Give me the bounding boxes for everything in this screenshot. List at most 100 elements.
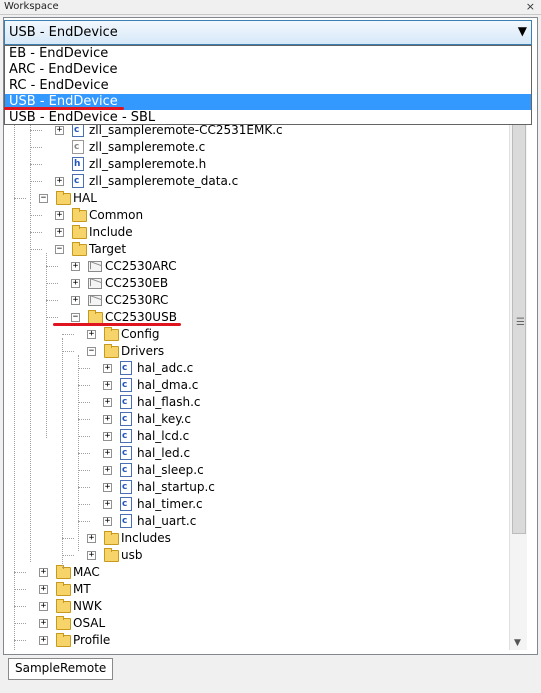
tree-row[interactable]: + OSAL bbox=[4, 615, 509, 632]
tree-connector bbox=[78, 419, 90, 420]
tree-guide-line bbox=[62, 338, 63, 568]
tree-row[interactable]: h zll_sampleremote.h bbox=[4, 156, 509, 173]
expand-icon[interactable]: + bbox=[55, 126, 64, 135]
excluded-group-icon bbox=[88, 278, 102, 289]
tree-connector bbox=[30, 164, 42, 165]
tree-row[interactable]: + c hal_lcd.c bbox=[4, 428, 509, 445]
tree-row[interactable]: + c hal_uart.c bbox=[4, 513, 509, 530]
expand-icon[interactable]: + bbox=[103, 449, 112, 458]
expand-icon[interactable]: + bbox=[103, 517, 112, 526]
expand-icon[interactable]: + bbox=[55, 177, 64, 186]
tree-row[interactable]: + usb bbox=[4, 547, 509, 564]
tree-row[interactable]: + c hal_dma.c bbox=[4, 377, 509, 394]
expand-icon[interactable]: + bbox=[103, 466, 112, 475]
tree-row[interactable]: + c hal_flash.c bbox=[4, 394, 509, 411]
folder-icon bbox=[104, 531, 119, 545]
tree-row[interactable]: − Drivers bbox=[4, 343, 509, 360]
expand-icon[interactable]: + bbox=[39, 568, 48, 577]
tree-row[interactable]: + c hal_led.c bbox=[4, 445, 509, 462]
collapse-icon[interactable]: − bbox=[87, 347, 96, 356]
tree-row[interactable]: + Include bbox=[4, 224, 509, 241]
c-file-icon: c bbox=[120, 412, 132, 426]
c-file-icon: c bbox=[120, 514, 132, 528]
scrollbar-thumb[interactable]: ☰ bbox=[512, 120, 526, 534]
tree-row[interactable]: + CC2530RC bbox=[4, 292, 509, 309]
tree-connector bbox=[78, 436, 90, 437]
tree-row[interactable]: + NWK bbox=[4, 598, 509, 615]
c-file-icon: c bbox=[120, 446, 132, 460]
tree-row[interactable]: + c hal_timer.c bbox=[4, 496, 509, 513]
expand-icon[interactable]: + bbox=[39, 636, 48, 645]
expand-icon[interactable]: + bbox=[103, 500, 112, 509]
expand-icon[interactable]: + bbox=[87, 551, 96, 560]
tree-row[interactable]: + c zll_sampleremote_data.c bbox=[4, 173, 509, 190]
folder-icon bbox=[72, 208, 87, 222]
tree-row[interactable]: + Common bbox=[4, 207, 509, 224]
folder-icon bbox=[56, 599, 71, 613]
collapse-icon[interactable]: − bbox=[71, 313, 80, 322]
expand-icon[interactable]: + bbox=[71, 279, 80, 288]
tree-row-label: hal_adc.c bbox=[137, 361, 194, 375]
tree-row[interactable]: + MAC bbox=[4, 564, 509, 581]
expand-icon[interactable]: + bbox=[55, 211, 64, 220]
dropdown-option[interactable]: ARC - EndDevice bbox=[5, 62, 531, 78]
folder-icon bbox=[72, 225, 87, 239]
expand-icon[interactable]: + bbox=[71, 296, 80, 305]
folder-icon bbox=[56, 633, 71, 647]
expand-icon[interactable]: + bbox=[55, 228, 64, 237]
configuration-select[interactable]: USB - EndDevice ▼ bbox=[4, 20, 532, 45]
expand-icon[interactable]: + bbox=[87, 534, 96, 543]
close-icon[interactable]: × bbox=[526, 0, 535, 13]
tree-row[interactable]: + c hal_adc.c bbox=[4, 360, 509, 377]
tree-row[interactable]: c zll_sampleremote.c bbox=[4, 139, 509, 156]
tree-row-label: hal_lcd.c bbox=[137, 429, 190, 443]
expand-icon[interactable]: + bbox=[103, 381, 112, 390]
scroll-down-arrow-icon[interactable]: ▼ bbox=[514, 638, 521, 648]
tree-row[interactable]: − Target bbox=[4, 241, 509, 258]
tree-row[interactable]: + CC2530ARC bbox=[4, 258, 509, 275]
tree-row-label: hal_flash.c bbox=[137, 395, 201, 409]
tree-row-label: Common bbox=[89, 208, 144, 222]
tree-row-label: CC2530ARC bbox=[105, 259, 177, 273]
dropdown-option[interactable]: EB - EndDevice bbox=[5, 46, 531, 62]
expand-icon[interactable]: + bbox=[103, 483, 112, 492]
c-file-icon: c bbox=[120, 395, 132, 409]
tree-row[interactable]: + MT bbox=[4, 581, 509, 598]
expand-icon[interactable]: + bbox=[103, 398, 112, 407]
expand-icon[interactable]: + bbox=[103, 415, 112, 424]
tree-row[interactable]: + c hal_startup.c bbox=[4, 479, 509, 496]
chevron-down-icon[interactable]: ▼ bbox=[518, 24, 527, 38]
tab-sampleremote[interactable]: SampleRemote bbox=[8, 658, 114, 680]
folder-icon bbox=[104, 548, 119, 562]
collapse-icon[interactable]: − bbox=[55, 245, 64, 254]
tree-row[interactable]: + Includes bbox=[4, 530, 509, 547]
collapse-icon[interactable]: − bbox=[39, 194, 48, 203]
expand-icon[interactable]: + bbox=[71, 262, 80, 271]
tree-connector bbox=[30, 249, 42, 250]
tree-row[interactable]: + Config bbox=[4, 326, 509, 343]
expand-icon[interactable]: + bbox=[103, 432, 112, 441]
tree-connector bbox=[62, 555, 74, 556]
expand-icon[interactable]: + bbox=[39, 585, 48, 594]
excluded-file-icon: c bbox=[72, 140, 84, 154]
tree-row[interactable]: + c hal_key.c bbox=[4, 411, 509, 428]
tree-row[interactable]: + CC2530EB bbox=[4, 275, 509, 292]
expand-icon[interactable]: + bbox=[39, 602, 48, 611]
expand-icon[interactable]: + bbox=[39, 619, 48, 628]
c-file-icon: c bbox=[72, 174, 84, 188]
dropdown-option[interactable]: USB - EndDevice - SBL bbox=[5, 110, 531, 126]
folder-icon bbox=[56, 616, 71, 630]
dropdown-option[interactable]: RC - EndDevice bbox=[5, 78, 531, 94]
tree-row-label: MAC bbox=[73, 565, 100, 579]
c-file-icon: c bbox=[120, 463, 132, 477]
tree-connector bbox=[30, 232, 42, 233]
expand-icon[interactable]: + bbox=[103, 364, 112, 373]
tree-guide-line bbox=[46, 253, 47, 438]
vertical-scrollbar[interactable]: ☰ ▼ bbox=[509, 120, 527, 650]
expand-icon[interactable]: + bbox=[87, 330, 96, 339]
tree-row[interactable]: − HAL bbox=[4, 190, 509, 207]
tree-row-label: zll_sampleremote_data.c bbox=[89, 174, 239, 188]
tree-connector bbox=[46, 266, 58, 267]
tree-row[interactable]: + c hal_sleep.c bbox=[4, 462, 509, 479]
tree-row[interactable]: + Profile bbox=[4, 632, 509, 649]
